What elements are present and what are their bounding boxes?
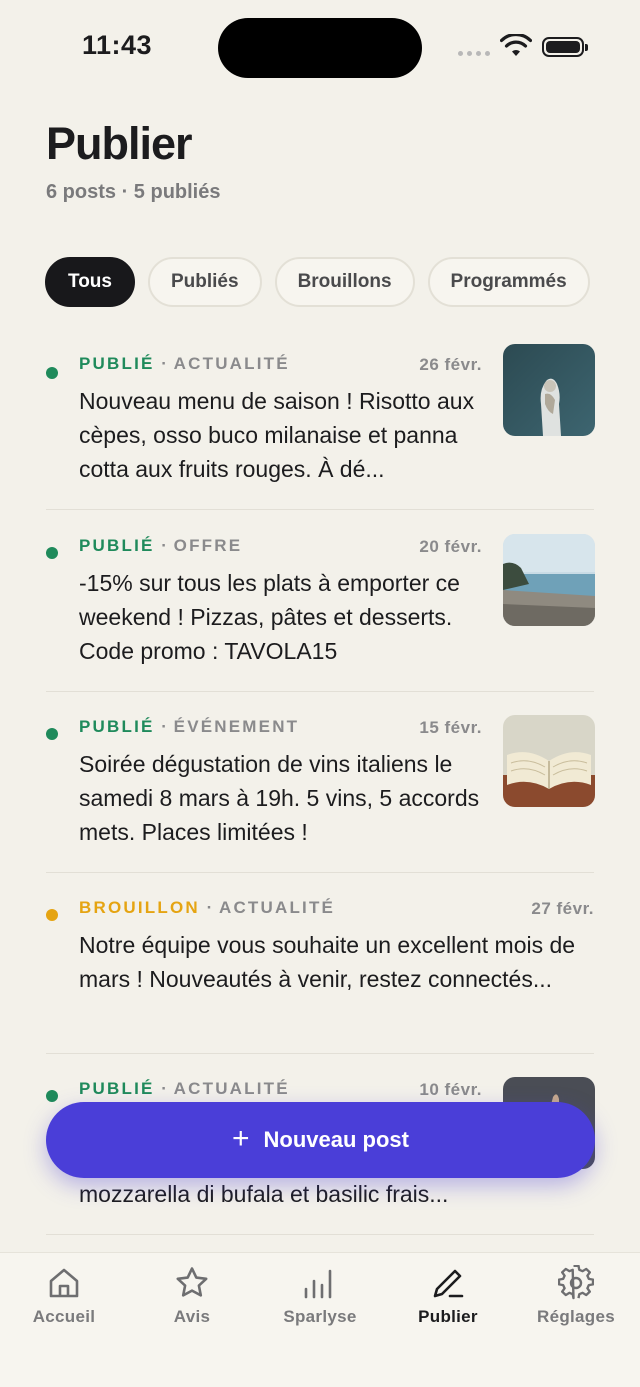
post-text: -15% sur tous les plats à emporter ce we…	[79, 570, 460, 664]
post-category: ACTUALITÉ	[173, 354, 290, 373]
post-item[interactable]: PUBLIÉ · ÉVÉNEMENT 15 févr. Soirée dégus…	[0, 715, 640, 898]
post-thumbnail	[503, 344, 595, 436]
filter-chips: Tous Publiés Brouillons Programmés	[45, 257, 590, 307]
post-thumbnail	[503, 534, 595, 626]
tab-sparlyse[interactable]: Sparlyse	[256, 1253, 384, 1327]
post-category: ACTUALITÉ	[173, 1079, 290, 1098]
post-thumbnail	[503, 715, 595, 807]
battery-icon	[542, 37, 588, 57]
gear-icon	[558, 1265, 594, 1300]
status-dot	[46, 909, 58, 921]
tab-accueil[interactable]: Accueil	[0, 1253, 128, 1327]
new-post-label: Nouveau post	[263, 1127, 409, 1152]
tab-reglages[interactable]: Réglages	[512, 1253, 640, 1327]
signal-icon	[458, 51, 490, 56]
post-category: ACTUALITÉ	[218, 898, 336, 917]
status-dot	[46, 367, 58, 379]
filter-chip-tous[interactable]: Tous	[45, 257, 135, 307]
post-date: 27 févr.	[531, 899, 594, 918]
post-status: PUBLIÉ	[79, 1079, 155, 1098]
post-text: Notre équipe vous souhaite un excellent …	[79, 932, 576, 992]
bar-chart-icon	[304, 1269, 332, 1299]
status-time: 11:43	[82, 30, 153, 60]
divider	[46, 690, 594, 692]
divider	[46, 508, 594, 510]
divider	[46, 1233, 594, 1235]
status-dot	[46, 547, 58, 559]
tab-label: Avis	[173, 1307, 211, 1326]
post-text: Soirée dégustation de vins italiens le s…	[79, 751, 480, 845]
status-bar: 11:43	[0, 0, 640, 95]
post-status: PUBLIÉ	[79, 536, 155, 555]
new-post-button[interactable]: + Nouveau post	[46, 1102, 595, 1178]
post-meta: BROUILLON · ACTUALITÉ	[79, 898, 336, 917]
post-status: PUBLIÉ	[79, 354, 155, 373]
plus-icon: +	[232, 1121, 250, 1155]
status-dot	[46, 728, 58, 740]
post-text: mozzarella di bufala et basilic frais...	[79, 1181, 449, 1207]
divider	[46, 871, 594, 873]
page-subtitle: 6 posts · 5 publiés	[46, 181, 221, 203]
dynamic-island	[218, 18, 422, 78]
tab-avis[interactable]: Avis	[128, 1253, 256, 1327]
post-text: Nouveau menu de saison ! Risotto aux cèp…	[79, 388, 475, 482]
post-date: 20 févr.	[419, 537, 482, 556]
tab-label: Sparlyse	[283, 1307, 357, 1326]
post-date: 15 févr.	[419, 718, 482, 737]
tab-label: Accueil	[32, 1307, 96, 1326]
post-meta: PUBLIÉ · OFFRE	[79, 536, 243, 555]
status-dot	[46, 1090, 58, 1102]
post-status: PUBLIÉ	[79, 717, 155, 736]
tab-publier[interactable]: Publier	[384, 1253, 512, 1327]
post-status: BROUILLON	[79, 898, 200, 917]
post-meta: PUBLIÉ · ACTUALITÉ	[79, 354, 290, 373]
post-date: 26 févr.	[419, 355, 482, 374]
post-item[interactable]: PUBLIÉ · ACTUALITÉ 26 févr. Nouveau menu…	[0, 344, 640, 535]
post-item[interactable]: PUBLIÉ · OFFRE 20 févr. -15% sur tous le…	[0, 534, 640, 717]
post-date: 10 févr.	[419, 1080, 482, 1099]
page-title: Publier	[46, 118, 193, 169]
divider	[46, 1052, 594, 1054]
post-meta: PUBLIÉ · ÉVÉNEMENT	[79, 717, 300, 736]
home-icon	[49, 1268, 79, 1298]
post-item[interactable]: BROUILLON · ACTUALITÉ 27 févr. Notre équ…	[0, 898, 640, 1079]
filter-chip-publies[interactable]: Publiés	[147, 257, 262, 307]
star-icon	[176, 1267, 208, 1297]
filter-chip-programmes[interactable]: Programmés	[427, 257, 590, 307]
filter-chip-brouillons[interactable]: Brouillons	[274, 257, 415, 307]
tab-label: Réglages	[537, 1307, 615, 1326]
post-meta: PUBLIÉ · ACTUALITÉ	[79, 1079, 290, 1098]
tab-bar: Accueil Avis Sparlyse Publier Réglages	[0, 1252, 640, 1387]
wifi-icon	[500, 34, 532, 56]
post-category: ÉVÉNEMENT	[173, 717, 300, 736]
tab-label: Publier	[418, 1307, 478, 1326]
post-category: OFFRE	[173, 536, 243, 555]
pen-icon	[433, 1269, 464, 1298]
